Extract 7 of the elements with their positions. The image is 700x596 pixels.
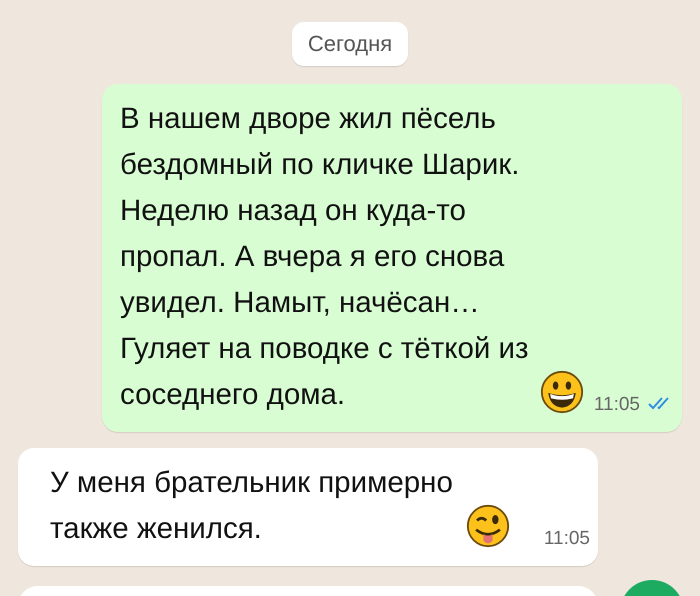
- winking-tongue-face-icon: [466, 504, 510, 548]
- message-text: У меня брательник примерно также женился.: [50, 466, 453, 545]
- grinning-face-icon: [540, 370, 584, 414]
- message-time: 11:05: [544, 528, 590, 550]
- message-text: В нашем дворе жил пёсель бездомный по кличке Шарик. Неделю назад он куда-то пропал. А вчера я его снова увидел. Намыт, начёсан… Гуляет на поводке с тёткой из соседнего дома.: [120, 102, 529, 411]
- date-chip: Сегодня: [292, 22, 408, 66]
- message-time: 11:05: [594, 394, 640, 416]
